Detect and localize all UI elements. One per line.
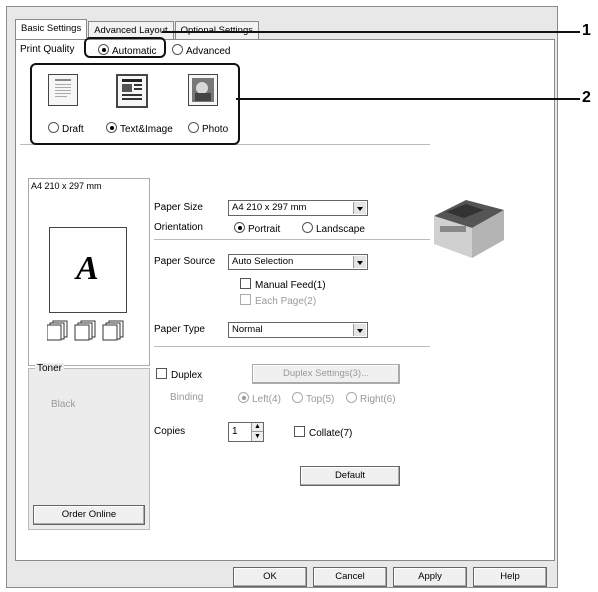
binding-left-label: Left(4): [252, 394, 281, 405]
copies-stepper[interactable]: 1 ▲ ▼: [228, 422, 264, 442]
stepper-up-icon[interactable]: ▲: [251, 423, 263, 432]
landscape-radio[interactable]: Landscape: [302, 222, 365, 235]
paper-source-value: Auto Selection: [232, 256, 294, 267]
landscape-label: Landscape: [316, 224, 365, 235]
toner-color: Black: [51, 399, 76, 410]
each-page-check: [240, 294, 251, 305]
collate-check[interactable]: [294, 426, 305, 437]
copies-stack-icons: [46, 319, 131, 344]
binding-right-label: Right(6): [360, 394, 396, 405]
binding-left-dot: [238, 392, 249, 403]
binding-right-dot: [346, 392, 357, 403]
divider: [154, 239, 430, 240]
preview-paper-label: A4 210 x 297 mm: [31, 181, 102, 191]
duplex-settings-button: Duplex Settings(3)...: [252, 364, 400, 384]
binding-left-radio: Left(4): [238, 392, 281, 405]
copies-value: 1: [232, 426, 238, 437]
divider: [154, 346, 430, 347]
duplex-check[interactable]: [156, 368, 167, 379]
default-button[interactable]: Default: [300, 466, 400, 486]
stepper-down-icon[interactable]: ▼: [251, 432, 263, 441]
paper-type-label: Paper Type: [154, 324, 205, 335]
binding-top-dot: [292, 392, 303, 403]
print-quality-label: Print Quality: [20, 44, 75, 55]
callout-line-1: [162, 31, 580, 33]
copies-label: Copies: [154, 426, 186, 437]
chevron-down-icon[interactable]: [353, 324, 366, 336]
paper-source-select[interactable]: Auto Selection: [228, 254, 368, 270]
tab-basic-settings[interactable]: Basic Settings: [15, 19, 88, 39]
duplex-checkbox[interactable]: Duplex: [156, 368, 202, 381]
advanced-label: Advanced: [186, 46, 231, 57]
binding-label: Binding: [170, 392, 204, 403]
apply-button[interactable]: Apply: [393, 567, 467, 587]
each-page-checkbox: Each Page(2): [240, 294, 316, 307]
callout-number-1: 1: [582, 22, 591, 39]
printer-icon: [434, 200, 504, 258]
binding-top-radio: Top(5): [292, 392, 334, 405]
portrait-radio[interactable]: Portrait: [234, 222, 280, 235]
duplex-label: Duplex: [171, 370, 203, 381]
callout-number-2: 2: [582, 89, 591, 106]
callout-line-2: [236, 98, 580, 100]
collate-stack-icon: [46, 320, 124, 341]
ok-button[interactable]: OK: [233, 567, 307, 587]
manual-feed-checkbox[interactable]: Manual Feed(1): [240, 278, 326, 291]
advanced-radio-dot[interactable]: [172, 44, 183, 55]
collate-label: Collate(7): [309, 428, 353, 439]
cancel-button[interactable]: Cancel: [313, 567, 387, 587]
advanced-radio[interactable]: Advanced: [172, 44, 230, 57]
portrait-radio-dot[interactable]: [234, 222, 245, 233]
toner-group: Toner Black Order Online: [28, 363, 150, 530]
landscape-radio-dot[interactable]: [302, 222, 313, 233]
preview-glyph: A: [76, 250, 99, 287]
help-button[interactable]: Help: [473, 567, 547, 587]
portrait-label: Portrait: [248, 224, 281, 235]
callout-box-quality-modes: [30, 63, 240, 145]
callout-box-automatic: [84, 37, 166, 58]
binding-top-label: Top(5): [306, 394, 335, 405]
manual-feed-check[interactable]: [240, 278, 251, 289]
orientation-label: Orientation: [154, 222, 203, 233]
printer-image: [426, 192, 510, 267]
manual-feed-label: Manual Feed(1): [255, 280, 326, 291]
paper-size-value: A4 210 x 297 mm: [232, 202, 307, 213]
chevron-down-icon[interactable]: [353, 256, 366, 268]
preview-page: A: [49, 227, 127, 313]
paper-type-select[interactable]: Normal: [228, 322, 368, 338]
binding-right-radio: Right(6): [346, 392, 396, 405]
paper-source-label: Paper Source: [154, 256, 216, 267]
chevron-down-icon[interactable]: [353, 202, 366, 214]
toner-title: Toner: [35, 363, 65, 374]
tab-optional-settings[interactable]: Optional Settings: [174, 21, 259, 39]
paper-size-label: Paper Size: [154, 202, 203, 213]
paper-size-select[interactable]: A4 210 x 297 mm: [228, 200, 368, 216]
each-page-label: Each Page(2): [255, 296, 317, 307]
paper-type-value: Normal: [232, 324, 263, 335]
collate-checkbox[interactable]: Collate(7): [294, 426, 352, 439]
page-preview: A4 210 x 297 mm A: [28, 178, 150, 366]
order-online-button[interactable]: Order Online: [33, 505, 145, 525]
